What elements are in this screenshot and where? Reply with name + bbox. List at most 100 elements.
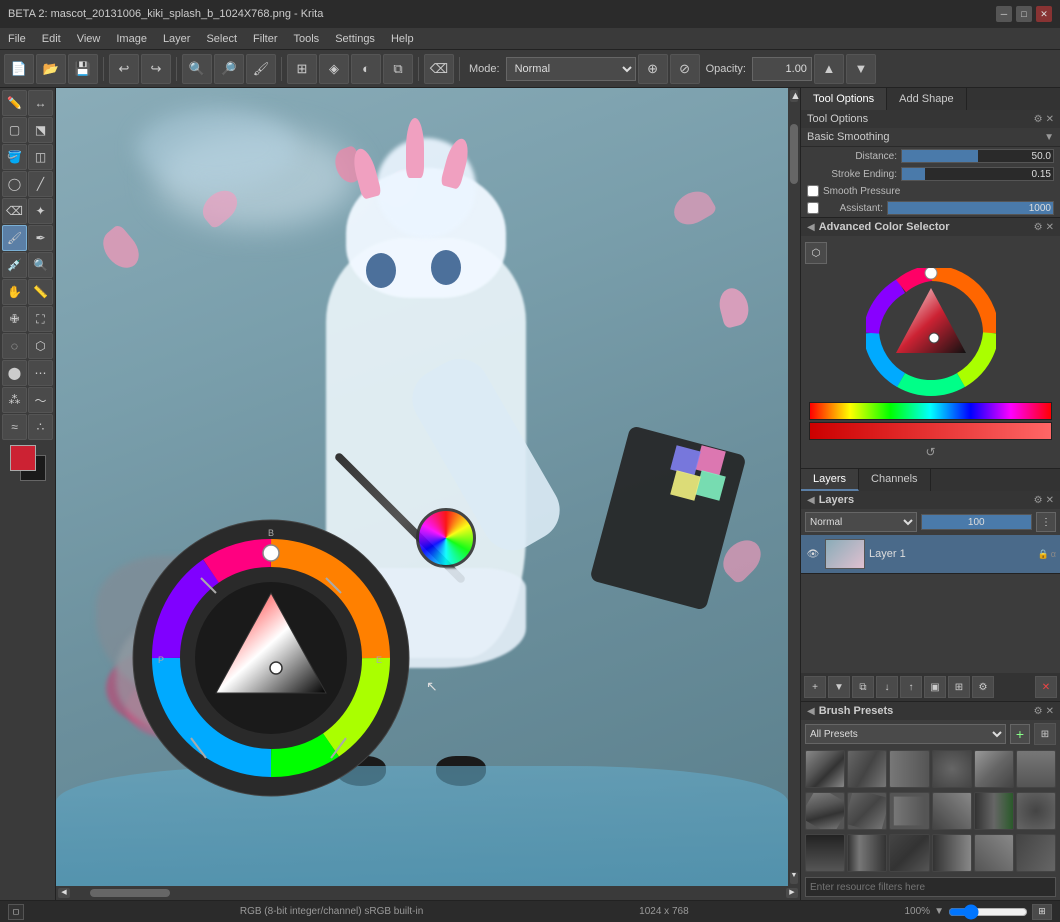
brush-item-1[interactable] — [805, 750, 845, 788]
layer-options-button[interactable]: ⚙ — [972, 676, 994, 698]
brush-item-4[interactable] — [932, 750, 972, 788]
layers-collapse-icon[interactable]: ◀ — [807, 495, 815, 506]
menu-image[interactable]: Image — [108, 31, 155, 47]
brush-add-button[interactable]: + — [1010, 724, 1030, 744]
tool-colorpicker[interactable]: 💉 — [2, 252, 27, 278]
tool-brush-active[interactable]: 🖌 — [2, 225, 27, 251]
flatten-layer-button[interactable]: ▣ — [924, 676, 946, 698]
fg-color-swatch[interactable] — [10, 445, 36, 471]
brush-presets-close-icon[interactable]: ✕ — [1046, 706, 1054, 717]
smooth-pressure-checkbox[interactable] — [807, 185, 819, 197]
distance-slider[interactable]: 50.0 — [901, 149, 1054, 163]
tool-crop[interactable]: ⛶ — [28, 306, 53, 332]
tool-freehand[interactable]: ✏️ — [2, 90, 27, 116]
scroll-up-arrow[interactable]: ▲ — [790, 90, 798, 102]
zoom-fit-button[interactable]: ⊞ — [1032, 904, 1052, 920]
brush-item-5[interactable] — [974, 750, 1014, 788]
stroke-ending-slider[interactable]: 0.15 — [901, 167, 1054, 181]
brush-item-2[interactable] — [847, 750, 887, 788]
tool-smudge[interactable]: ◌ — [2, 333, 27, 359]
brush-filter-select[interactable]: All Presets — [805, 724, 1006, 744]
resource-filter-input[interactable] — [805, 877, 1056, 897]
redo-button[interactable]: ↪ — [141, 54, 171, 84]
layer-opacity-slider[interactable]: 100 — [921, 514, 1033, 530]
color-gradient-bar[interactable] — [809, 402, 1052, 420]
duplicate-layer-button[interactable]: ⧉ — [852, 676, 874, 698]
brush-item-6[interactable] — [1016, 750, 1056, 788]
mode-select[interactable]: Normal Multiply Screen — [506, 57, 636, 81]
hscroll-thumb[interactable] — [90, 889, 170, 897]
new-button[interactable]: 📄 — [4, 54, 34, 84]
vscroll-thumb[interactable] — [790, 124, 798, 184]
mode-extra-1[interactable]: ⊕ — [638, 54, 668, 84]
tool-select2[interactable]: ⬔ — [28, 117, 53, 143]
brush-item-10[interactable] — [932, 792, 972, 830]
layer-alpha-icon[interactable]: α — [1051, 549, 1056, 560]
tool-select[interactable]: ▢ — [2, 117, 27, 143]
horizontal-scrollbar[interactable]: ◀ ▶ — [56, 886, 800, 900]
save-button[interactable]: 💾 — [68, 54, 98, 84]
tool-gradient[interactable]: ◫ — [28, 144, 53, 170]
minimize-button[interactable]: ─ — [996, 6, 1012, 22]
color-wheel-container[interactable] — [805, 266, 1056, 400]
menu-view[interactable]: View — [69, 31, 109, 47]
tab-add-shape[interactable]: Add Shape — [887, 88, 966, 110]
brush-item-11[interactable] — [974, 792, 1014, 830]
tool-options-config-icon[interactable]: ⚙ — [1034, 114, 1043, 125]
ref-button[interactable]: ◈ — [319, 54, 349, 84]
tool-sketch[interactable]: 〜 — [28, 387, 53, 413]
brush-item-18[interactable] — [1016, 834, 1056, 872]
brush-button[interactable]: 🖌 — [246, 54, 276, 84]
wrap-button[interactable]: ⧉ — [383, 54, 413, 84]
tab-channels[interactable]: Channels — [859, 469, 930, 491]
tool-transform[interactable]: ↔ — [28, 90, 53, 116]
opacity-input[interactable] — [752, 57, 812, 81]
brush-item-15[interactable] — [889, 834, 929, 872]
menu-filter[interactable]: Filter — [245, 31, 285, 47]
brush-view-toggle[interactable]: ⊞ — [1034, 723, 1056, 745]
color-swatches[interactable] — [10, 445, 46, 481]
tool-pan[interactable]: ✋ — [2, 279, 27, 305]
color-type-button[interactable]: ⬡ — [805, 242, 827, 264]
layer-item-1[interactable]: 👁 Layer 1 🔒 α — [801, 535, 1060, 574]
tool-pen[interactable]: ✒ — [28, 225, 53, 251]
brush-item-8[interactable] — [847, 792, 887, 830]
tab-tool-options[interactable]: Tool Options — [801, 88, 887, 110]
refresh-color-button[interactable]: ↺ — [921, 442, 941, 462]
layer-blend-select[interactable]: Normal Multiply Screen — [805, 512, 917, 532]
brush-presets-config-icon[interactable]: ⚙ — [1034, 706, 1043, 717]
smoothing-collapse-icon[interactable]: ▼ — [1044, 132, 1054, 143]
tool-multibrush[interactable]: ⁂ — [2, 387, 27, 413]
move-layer-down-button[interactable]: ↓ — [876, 676, 898, 698]
zoom-slider[interactable] — [948, 906, 1028, 918]
tool-fill[interactable]: 🪣 — [2, 144, 27, 170]
mode-extra-2[interactable]: ⊘ — [670, 54, 700, 84]
scroll-right-arrow[interactable]: ▶ — [786, 888, 798, 898]
add-layer-type-button[interactable]: ▼ — [828, 676, 850, 698]
brush-item-17[interactable] — [974, 834, 1014, 872]
color-selector-config-icon[interactable]: ⚙ — [1034, 222, 1043, 233]
color-display[interactable] — [809, 422, 1052, 440]
brush-presets-collapse-icon[interactable]: ◀ — [807, 706, 815, 717]
scroll-left-arrow[interactable]: ◀ — [58, 888, 70, 898]
tool-move[interactable]: ✙ — [2, 306, 27, 332]
zoom-in-button[interactable]: 🔍 — [182, 54, 212, 84]
brush-item-13[interactable] — [805, 834, 845, 872]
grid-button[interactable]: ⊞ — [287, 54, 317, 84]
layers-close-icon[interactable]: ✕ — [1046, 495, 1054, 506]
menu-layer[interactable]: Layer — [155, 31, 199, 47]
menu-settings[interactable]: Settings — [327, 31, 383, 47]
menu-help[interactable]: Help — [383, 31, 422, 47]
mirror-button[interactable]: ◐ — [351, 54, 381, 84]
brush-item-7[interactable] — [805, 792, 845, 830]
brush-item-3[interactable] — [889, 750, 929, 788]
vertical-scrollbar[interactable]: ▲ ▼ — [788, 88, 800, 886]
move-layer-up-button[interactable]: ↑ — [900, 676, 922, 698]
zoom-out-button[interactable]: 🔎 — [214, 54, 244, 84]
brush-item-9[interactable] — [889, 792, 929, 830]
canvas-content[interactable]: ↖ — [56, 88, 788, 886]
color-selector-collapse-icon[interactable]: ◀ — [807, 222, 815, 233]
menu-select[interactable]: Select — [198, 31, 245, 47]
tool-hairy[interactable]: ≈ — [2, 414, 27, 440]
color-selector-close-icon[interactable]: ✕ — [1046, 222, 1054, 233]
